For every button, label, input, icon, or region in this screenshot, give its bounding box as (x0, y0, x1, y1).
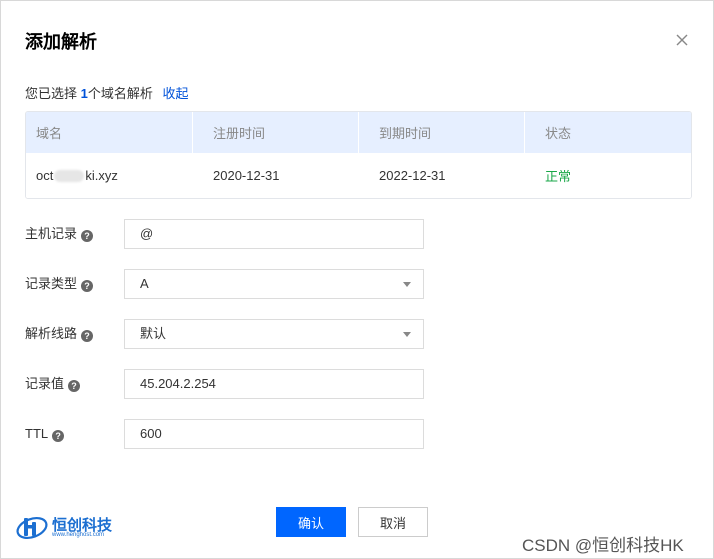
registered-date-cell: 2020-12-31 (213, 168, 280, 183)
column-header-registered: 注册时间 (193, 112, 359, 153)
record-type-label: 记录类型? (25, 269, 94, 299)
form-row-record-type: 记录类型? A (25, 269, 425, 299)
line-select[interactable]: 默认 (124, 319, 424, 349)
form-row-record-value: 记录值? (25, 369, 425, 399)
selection-prefix: 您已选择 (25, 86, 78, 101)
column-header-domain: 域名 (26, 112, 193, 153)
redacted-blur (54, 169, 85, 182)
csdn-watermark: CSDN @恒创科技HK (522, 536, 684, 555)
line-value: 默认 (140, 326, 167, 341)
record-type-select[interactable]: A (124, 269, 424, 299)
collapse-link[interactable]: 收起 (163, 86, 189, 101)
host-record-label: 主机记录? (25, 219, 94, 249)
selection-count: 1 (80, 86, 88, 101)
line-label-text: 解析线路 (25, 326, 78, 341)
expires-date-cell: 2022-12-31 (379, 168, 446, 183)
record-value-label-text: 记录值 (25, 376, 65, 391)
record-type-value: A (140, 276, 149, 291)
logo-mark-icon (16, 517, 48, 539)
host-record-input[interactable] (124, 219, 424, 249)
record-type-label-text: 记录类型 (25, 276, 78, 291)
record-value-input[interactable] (124, 369, 424, 399)
cancel-button[interactable]: 取消 (358, 507, 428, 537)
form-row-host-record: 主机记录? (25, 219, 425, 249)
caret-down-icon (403, 282, 411, 287)
domain-table: 域名 注册时间 到期时间 状态 oct ki.xyz 2020-12-31 202… (25, 111, 692, 199)
question-circle-icon[interactable]: ? (81, 330, 94, 342)
table-row: oct ki.xyz 2020-12-31 2022-12-31 正常 (26, 153, 691, 198)
henghost-logo: 恒创科技 www.henghost.com (15, 512, 145, 544)
line-label: 解析线路? (25, 319, 94, 349)
host-record-label-text: 主机记录 (25, 226, 78, 241)
question-circle-icon[interactable]: ? (52, 430, 65, 442)
caret-down-icon (403, 332, 411, 337)
selection-summary: 您已选择 1个域名解析 收起 (25, 83, 189, 102)
ttl-label: TTL? (25, 419, 65, 449)
ttl-label-text: TTL (25, 426, 49, 441)
question-circle-icon[interactable]: ? (81, 230, 94, 242)
dialog-title: 添加解析 (25, 32, 97, 52)
question-circle-icon[interactable]: ? (68, 380, 81, 392)
logo-url: www.henghost.com (52, 532, 105, 538)
confirm-button[interactable]: 确认 (276, 507, 346, 537)
domain-cell: oct ki.xyz (26, 153, 193, 198)
selection-suffix: 个域名解析 (87, 86, 153, 101)
record-value-label: 记录值? (25, 369, 81, 399)
column-header-status: 状态 (545, 126, 572, 141)
column-header-expires: 到期时间 (359, 112, 525, 153)
question-circle-icon[interactable]: ? (81, 280, 94, 292)
ttl-input[interactable] (124, 419, 424, 449)
domain-name-start: oct (36, 168, 54, 183)
table-header: 域名 注册时间 到期时间 状态 (26, 112, 691, 153)
form-row-line: 解析线路? 默认 (25, 319, 425, 349)
status-cell: 正常 (545, 169, 572, 184)
add-dns-record-dialog: 添加解析 您已选择 1个域名解析 收起 域名 注册时间 到期时间 状态 oct k… (0, 0, 714, 559)
form-row-ttl: TTL? (25, 419, 425, 449)
close-icon[interactable] (674, 32, 690, 48)
domain-name-end: ki.xyz (85, 168, 118, 183)
